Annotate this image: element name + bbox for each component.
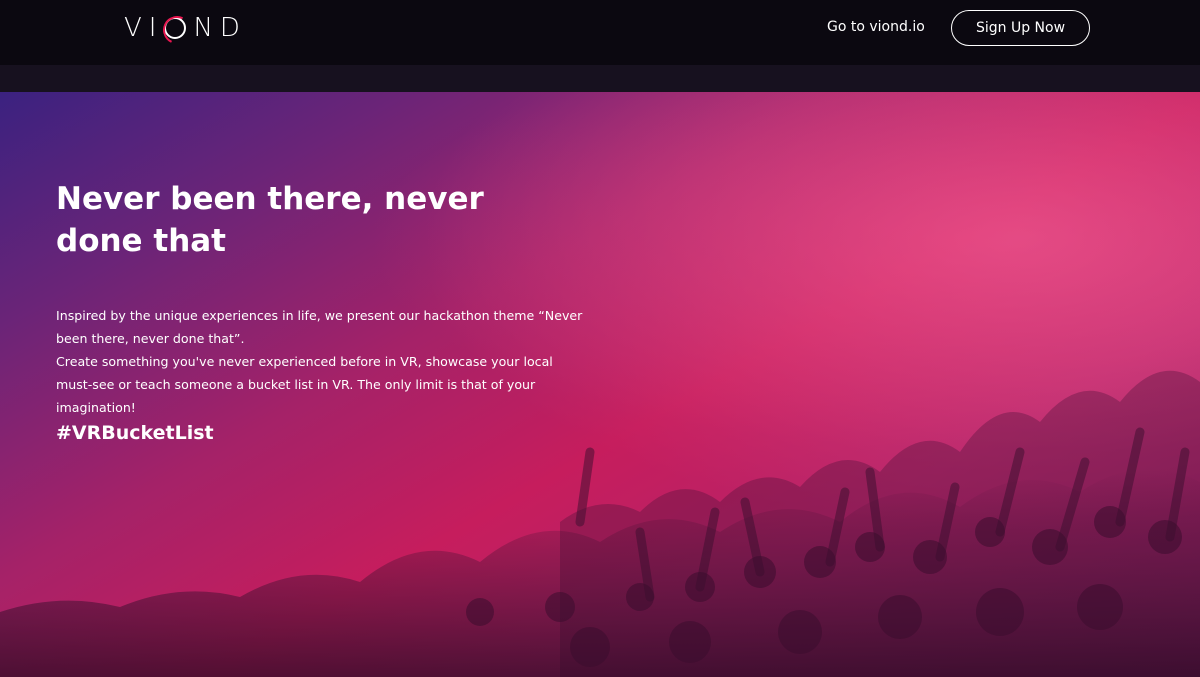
logo-text-prefix: VI [124, 13, 164, 43]
go-to-viond-link[interactable]: Go to viond.io [827, 19, 925, 35]
header-sub-strip [0, 65, 1200, 92]
hero-paragraph-2: Create something you've never experience… [56, 354, 553, 415]
logo-text-suffix: ND [193, 13, 247, 43]
hashtag-label: #VRBucketList [56, 422, 214, 444]
logo-ring-icon [164, 17, 187, 39]
hero-section: Never been there, never done that Inspir… [0, 92, 1200, 677]
sign-up-now-button[interactable]: Sign Up Now [951, 10, 1090, 46]
hero-title: Never been there, never done that [56, 181, 484, 259]
hero-description: Inspired by the unique experiences in li… [56, 304, 586, 419]
top-navigation-bar: VI ND Go to viond.io Sign Up Now [0, 0, 1200, 65]
viond-logo[interactable]: VI ND [124, 12, 247, 44]
hero-paragraph-1: Inspired by the unique experiences in li… [56, 308, 583, 346]
